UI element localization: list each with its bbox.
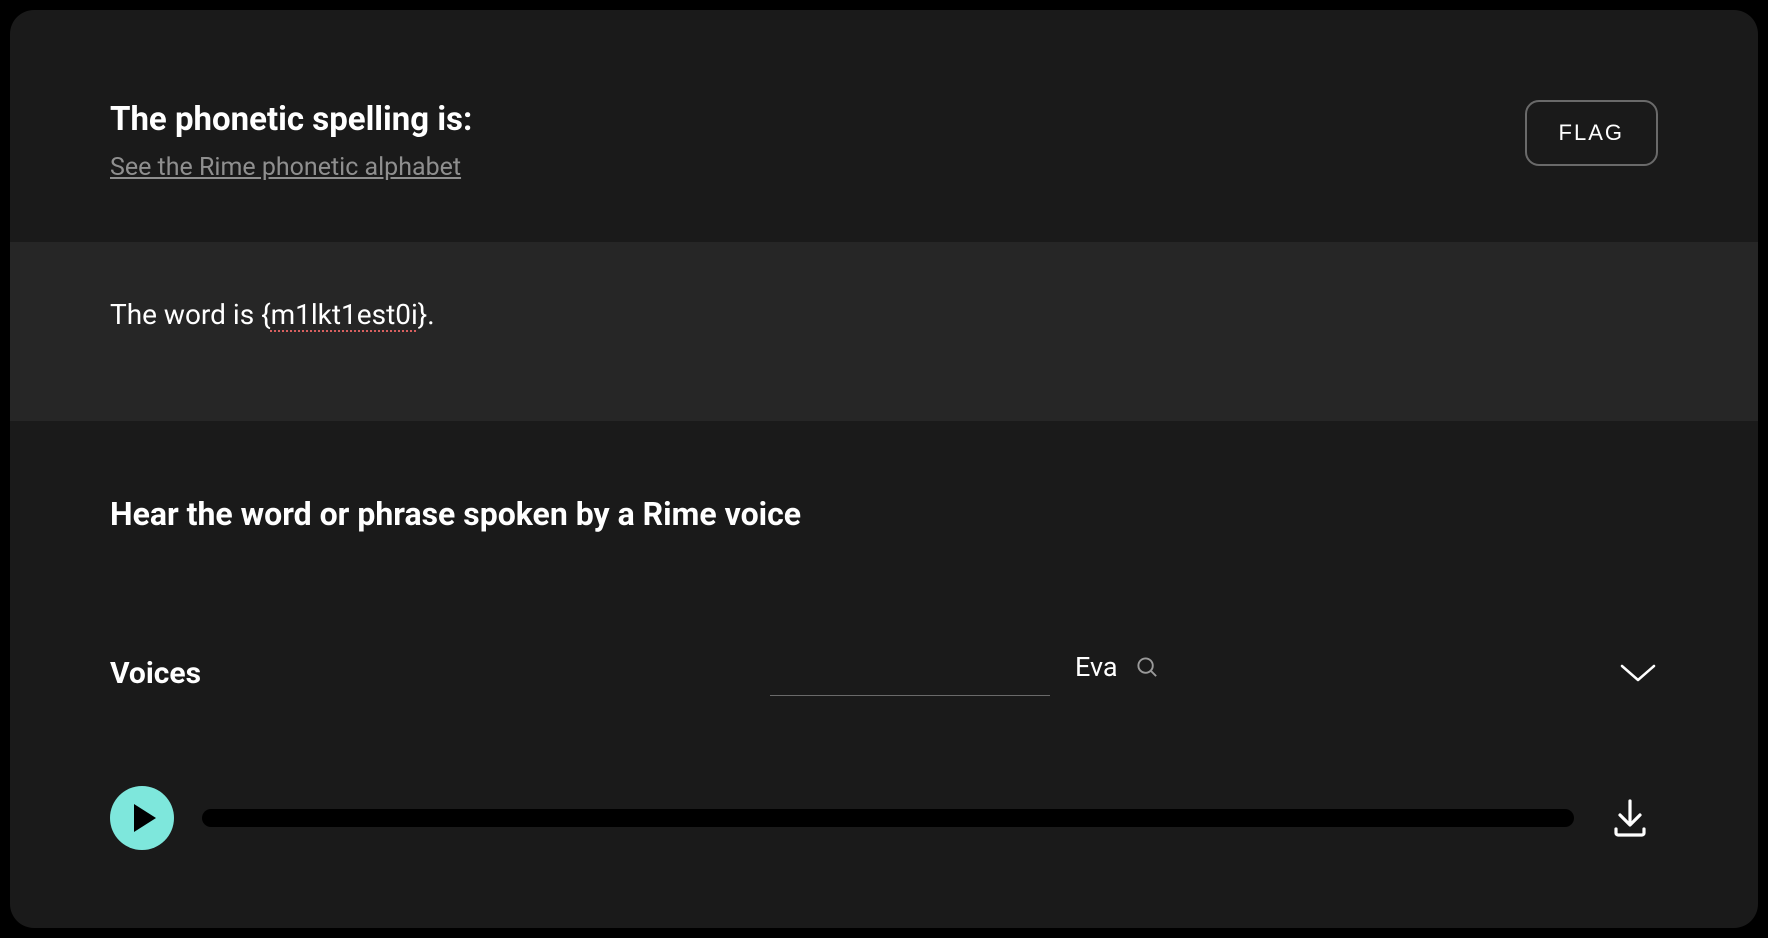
play-icon bbox=[134, 804, 156, 832]
play-button[interactable] bbox=[110, 786, 174, 850]
flag-button[interactable]: FLAG bbox=[1525, 100, 1658, 166]
hear-heading: Hear the word or phrase spoken by a Rime… bbox=[110, 495, 1658, 533]
voice-search[interactable] bbox=[770, 651, 1050, 696]
download-button[interactable] bbox=[1602, 789, 1658, 848]
phonetic-heading: The phonetic spelling is: bbox=[110, 100, 472, 139]
voices-section: Voices bbox=[10, 533, 1758, 696]
alphabet-link[interactable]: See the Rime phonetic alphabet bbox=[110, 153, 472, 182]
progress-track[interactable] bbox=[202, 809, 1574, 827]
word-prefix: The word is { bbox=[110, 298, 271, 331]
chevron-down-icon bbox=[1618, 660, 1658, 684]
audio-player bbox=[10, 696, 1758, 900]
word-display-band: The word is {m1lkt1est0i}. bbox=[10, 242, 1758, 421]
voices-label: Voices bbox=[110, 656, 201, 691]
voices-expand-toggle[interactable] bbox=[1618, 660, 1658, 688]
voices-center bbox=[201, 651, 1618, 696]
header-text: The phonetic spelling is: See the Rime p… bbox=[110, 100, 472, 182]
word-suffix: }. bbox=[418, 298, 435, 331]
hear-section: Hear the word or phrase spoken by a Rime… bbox=[10, 421, 1758, 533]
phonetic-token: m1lkt1est0i bbox=[271, 298, 418, 331]
download-icon bbox=[1606, 793, 1654, 841]
word-display: The word is {m1lkt1est0i}. bbox=[110, 298, 1658, 331]
voice-search-input[interactable] bbox=[776, 651, 1118, 683]
search-icon bbox=[1136, 656, 1159, 679]
app-panel: The phonetic spelling is: See the Rime p… bbox=[10, 10, 1758, 928]
header-section: The phonetic spelling is: See the Rime p… bbox=[10, 10, 1758, 242]
